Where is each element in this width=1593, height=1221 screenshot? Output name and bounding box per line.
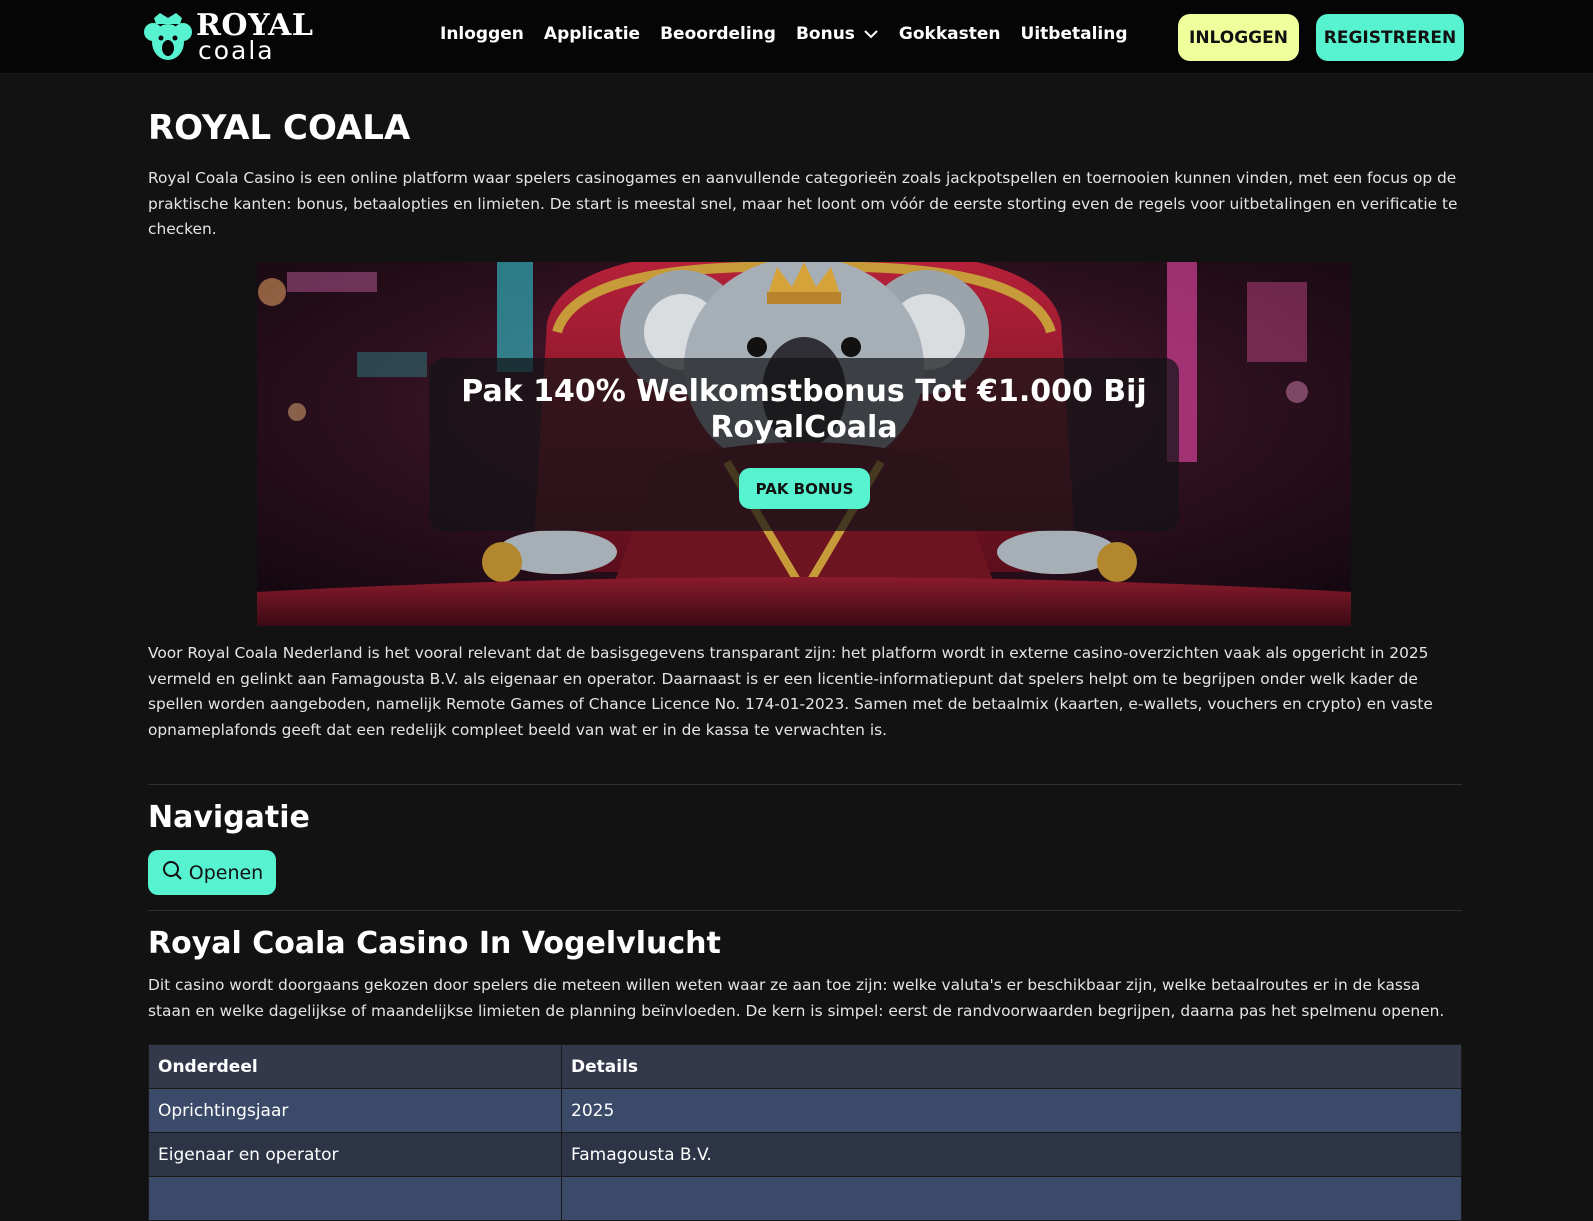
table-cell: Eigenaar en operator bbox=[148, 1132, 562, 1177]
navigation-heading: Navigatie bbox=[148, 800, 310, 835]
table-cell: Famagousta B.V. bbox=[561, 1132, 1462, 1177]
royal-coala-logo[interactable]: ROYAL coala bbox=[144, 10, 316, 64]
table-header-row: Onderdeel Details bbox=[148, 1044, 1462, 1089]
open-navigation-button[interactable]: Openen bbox=[148, 850, 276, 895]
hero-banner: Pak 140% Welkomstbonus Tot €1.000 Bij Ro… bbox=[257, 262, 1351, 626]
koala-logo-icon bbox=[144, 10, 192, 64]
nav-item-label: Gokkasten bbox=[898, 24, 1001, 44]
intro-paragraph: Royal Coala Casino is een online platfor… bbox=[148, 169, 1458, 239]
casino-info-table: Onderdeel Details Oprichtingsjaar 2025 E… bbox=[148, 1044, 1462, 1221]
table-cell bbox=[148, 1176, 562, 1221]
claim-bonus-button[interactable]: PAK BONUS bbox=[739, 468, 870, 509]
table-row: Oprichtingsjaar 2025 bbox=[148, 1088, 1462, 1133]
nav-item-applicatie[interactable]: Applicatie bbox=[544, 24, 640, 44]
nav-item-inloggen[interactable]: Inloggen bbox=[440, 24, 524, 44]
nav-item-bonus-dropdown[interactable]: Bonus bbox=[796, 24, 879, 44]
table-row bbox=[148, 1176, 1462, 1221]
top-navigation-bar: ROYAL coala Inloggen Applicatie Beoordel… bbox=[0, 0, 1593, 74]
overview-heading: Royal Coala Casino In Vogelvlucht bbox=[148, 926, 721, 961]
chevron-down-icon bbox=[863, 24, 879, 44]
nav-item-label: Beoordeling bbox=[660, 24, 776, 44]
table-cell bbox=[561, 1176, 1462, 1221]
nav-item-beoordeling[interactable]: Beoordeling bbox=[660, 24, 776, 44]
section-divider bbox=[148, 784, 1462, 785]
nav-item-gokkasten[interactable]: Gokkasten bbox=[899, 24, 1001, 44]
table-row: Eigenaar en operator Famagousta B.V. bbox=[148, 1132, 1462, 1177]
search-icon bbox=[161, 859, 183, 886]
overview-paragraph: Dit casino wordt doorgaans gekozen door … bbox=[148, 976, 1445, 1020]
open-navigation-label: Openen bbox=[188, 861, 264, 884]
hero-promo-box: Pak 140% Welkomstbonus Tot €1.000 Bij Ro… bbox=[429, 358, 1179, 531]
nav-item-uitbetaling[interactable]: Uitbetaling bbox=[1021, 24, 1128, 44]
table-header-cell: Onderdeel bbox=[148, 1044, 562, 1089]
nav-item-label: Uitbetaling bbox=[1020, 24, 1128, 44]
hero-title: Pak 140% Welkomstbonus Tot €1.000 Bij Ro… bbox=[461, 374, 1147, 445]
table-cell: 2025 bbox=[561, 1088, 1462, 1133]
page-title: ROYAL COALA bbox=[148, 108, 411, 148]
section-divider bbox=[148, 910, 1462, 911]
register-button[interactable]: REGISTREREN bbox=[1316, 14, 1464, 61]
table-cell: Oprichtingsjaar bbox=[148, 1088, 562, 1133]
logo-wordmark: ROYAL coala bbox=[196, 11, 313, 64]
nav-item-label: Applicatie bbox=[543, 24, 641, 44]
details-paragraph: Voor Royal Coala Nederland is het vooral… bbox=[148, 644, 1433, 740]
main-nav: Inloggen Applicatie Beoordeling Bonus Go… bbox=[440, 24, 1148, 44]
nav-item-label: Inloggen bbox=[440, 24, 524, 44]
login-button[interactable]: INLOGGEN bbox=[1178, 14, 1299, 61]
table-header-cell: Details bbox=[561, 1044, 1462, 1089]
nav-item-label: Bonus bbox=[795, 24, 855, 44]
